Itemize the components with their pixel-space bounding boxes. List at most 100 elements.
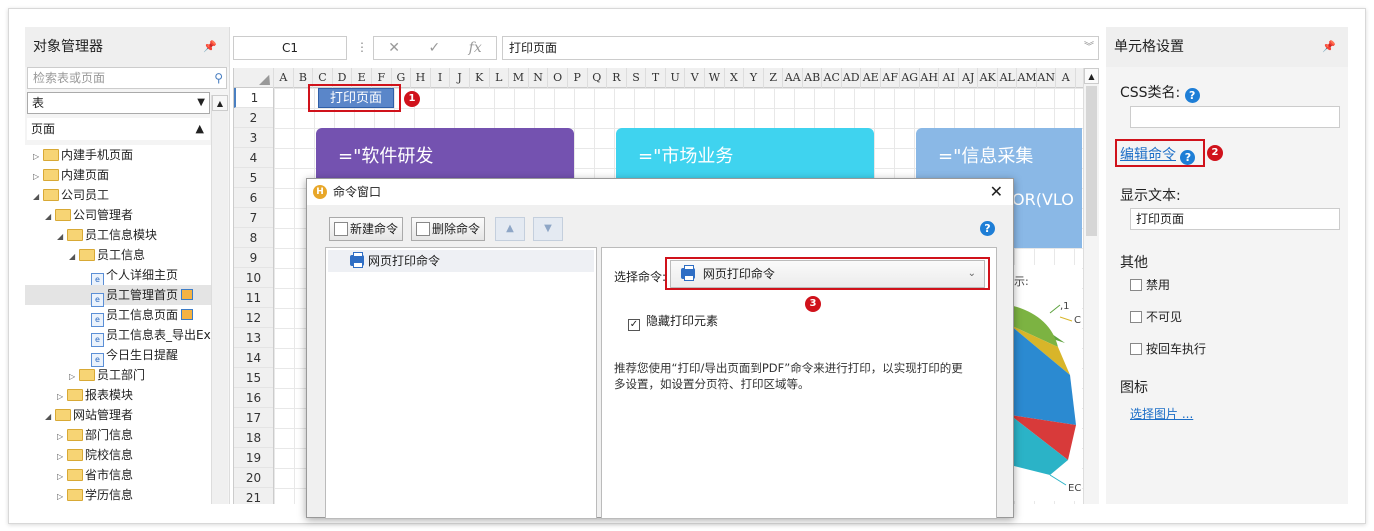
pin-icon[interactable]: 📌: [1322, 27, 1336, 67]
tree-item[interactable]: ▷ 员工部门: [25, 365, 211, 385]
column-header-cell[interactable]: Y: [744, 68, 764, 88]
tree-item[interactable]: ◢ 公司员工: [25, 185, 211, 205]
tree-item[interactable]: ▷ 内建页面: [25, 165, 211, 185]
display-text-input[interactable]: 打印页面: [1130, 208, 1340, 230]
row-header-cell[interactable]: 3: [234, 128, 273, 148]
grid-scrollbar[interactable]: ▲: [1083, 68, 1099, 504]
close-icon[interactable]: ✕: [990, 179, 1003, 205]
invisible-checkbox[interactable]: 不可见: [1130, 308, 1182, 325]
expand-chevron-icon[interactable]: ︾: [1084, 37, 1094, 59]
column-header-cell[interactable]: I: [431, 68, 451, 88]
row-header-cell[interactable]: 7: [234, 208, 273, 228]
tree-item[interactable]: ▷ 院校信息: [25, 445, 211, 465]
collapsed-triangle-icon[interactable]: ▷: [57, 427, 67, 447]
tree-item[interactable]: e 员工管理首页: [25, 285, 211, 307]
column-header-cell[interactable]: AL: [998, 68, 1018, 88]
row-header-cell[interactable]: 16: [234, 388, 273, 408]
tree-item[interactable]: e 员工信息表_导出Ex: [25, 325, 211, 347]
object-type-select[interactable]: 表 ▼: [27, 92, 210, 114]
row-header-cell[interactable]: 11: [234, 288, 273, 308]
row-header-cell[interactable]: 10: [234, 268, 273, 288]
column-header-cell[interactable]: AF: [881, 68, 901, 88]
column-header-cell[interactable]: X: [725, 68, 745, 88]
column-header-cell[interactable]: R: [607, 68, 627, 88]
collapsed-triangle-icon[interactable]: ▷: [57, 387, 67, 407]
tree-item[interactable]: e 今日生日提醒: [25, 345, 211, 367]
row-header-cell[interactable]: 14: [234, 348, 273, 368]
scroll-up-icon[interactable]: ▲: [212, 95, 228, 111]
drag-handle-icon[interactable]: ⋮: [356, 40, 368, 54]
new-command-button[interactable]: 新建命令: [329, 217, 404, 241]
checkbox-icon[interactable]: [1130, 311, 1142, 323]
row-header-cell[interactable]: 19: [234, 448, 273, 468]
css-class-input[interactable]: [1130, 106, 1340, 128]
row-header-cell[interactable]: 4: [234, 148, 273, 168]
tree-item[interactable]: ◢ 员工信息模块: [25, 225, 211, 245]
expanded-triangle-icon[interactable]: ◢: [69, 247, 79, 267]
checkbox-icon[interactable]: [1130, 279, 1142, 291]
tree-item[interactable]: ◢ 公司管理者: [25, 205, 211, 225]
collapsed-triangle-icon[interactable]: ▷: [69, 367, 79, 387]
column-header-cell[interactable]: Q: [588, 68, 608, 88]
formula-input[interactable]: 打印页面 ︾: [502, 36, 1099, 60]
column-header-cell[interactable]: AE: [861, 68, 881, 88]
row-header-cell[interactable]: 17: [234, 408, 273, 428]
move-down-button[interactable]: ▼: [533, 217, 563, 241]
tree-item[interactable]: ▷ 内建手机页面: [25, 145, 211, 165]
enter-execute-checkbox[interactable]: 按回车执行: [1130, 340, 1206, 357]
tree-item[interactable]: ▷ 学历信息: [25, 485, 211, 505]
column-header-cell[interactable]: AG: [900, 68, 920, 88]
collapsed-triangle-icon[interactable]: ▷: [57, 447, 67, 467]
collapsed-triangle-icon[interactable]: ▷: [33, 167, 43, 187]
collapsed-triangle-icon[interactable]: ▷: [33, 147, 43, 167]
column-header-cell[interactable]: AD: [842, 68, 862, 88]
cancel-icon[interactable]: ✕: [388, 40, 400, 56]
row-header-cell[interactable]: 8: [234, 228, 273, 248]
column-header-cell[interactable]: A: [274, 68, 294, 88]
column-header-cell[interactable]: AH: [920, 68, 940, 88]
row-header-cell[interactable]: 2: [234, 108, 273, 128]
tree-item[interactable]: e 员工信息页面: [25, 305, 211, 327]
help-icon[interactable]: ?: [1184, 88, 1200, 103]
disable-checkbox[interactable]: 禁用: [1130, 276, 1170, 293]
column-header-cell[interactable]: AK: [978, 68, 998, 88]
checkbox-icon[interactable]: [1130, 343, 1142, 355]
column-header-cell[interactable]: Z: [764, 68, 784, 88]
collapsed-triangle-icon[interactable]: ▷: [57, 467, 67, 487]
scroll-thumb[interactable]: [1086, 86, 1097, 236]
hide-print-elements-checkbox[interactable]: ✓ 隐藏打印元素: [628, 312, 718, 331]
column-header-cell[interactable]: AJ: [959, 68, 979, 88]
expanded-triangle-icon[interactable]: ◢: [45, 207, 55, 227]
column-header-cell[interactable]: W: [705, 68, 725, 88]
select-image-link[interactable]: 选择图片 ...: [1130, 405, 1193, 422]
row-header-cell[interactable]: 9: [234, 248, 273, 268]
row-header-cell[interactable]: 6: [234, 188, 273, 208]
row-header-cell[interactable]: 1: [234, 88, 273, 108]
column-header-cell[interactable]: K: [470, 68, 490, 88]
column-header-cell[interactable]: N: [529, 68, 549, 88]
row-header-cell[interactable]: 21: [234, 488, 273, 504]
tree-item[interactable]: e 个人详细主页: [25, 265, 211, 287]
column-header-cell[interactable]: L: [490, 68, 510, 88]
expanded-triangle-icon[interactable]: ◢: [57, 227, 67, 247]
confirm-icon[interactable]: ✓: [428, 40, 440, 56]
move-up-button[interactable]: ▲: [495, 217, 525, 241]
column-header-cell[interactable]: U: [666, 68, 686, 88]
column-header-cell[interactable]: A: [1056, 68, 1077, 88]
column-header-cell[interactable]: P: [568, 68, 588, 88]
column-header-cell[interactable]: O: [548, 68, 568, 88]
tree-item[interactable]: ◢ 员工信息: [25, 245, 211, 265]
checkbox-checked-icon[interactable]: ✓: [628, 319, 640, 331]
command-list-item[interactable]: 网页打印命令: [328, 250, 594, 272]
column-header-cell[interactable]: M: [509, 68, 529, 88]
column-header-cell[interactable]: H: [411, 68, 431, 88]
delete-command-button[interactable]: 删除命令: [411, 217, 486, 241]
row-header-cell[interactable]: 18: [234, 428, 273, 448]
row-header-cell[interactable]: 20: [234, 468, 273, 488]
tree-item[interactable]: ▷ 部门信息: [25, 425, 211, 445]
tree-item[interactable]: ▷ 报表模块: [25, 385, 211, 405]
object-search-input[interactable]: 检索表或页面 ⚲: [27, 67, 227, 89]
pages-section-header[interactable]: 页面 ▲: [27, 118, 210, 140]
help-icon[interactable]: ?: [980, 221, 995, 236]
cell-reference-box[interactable]: C1: [233, 36, 347, 60]
